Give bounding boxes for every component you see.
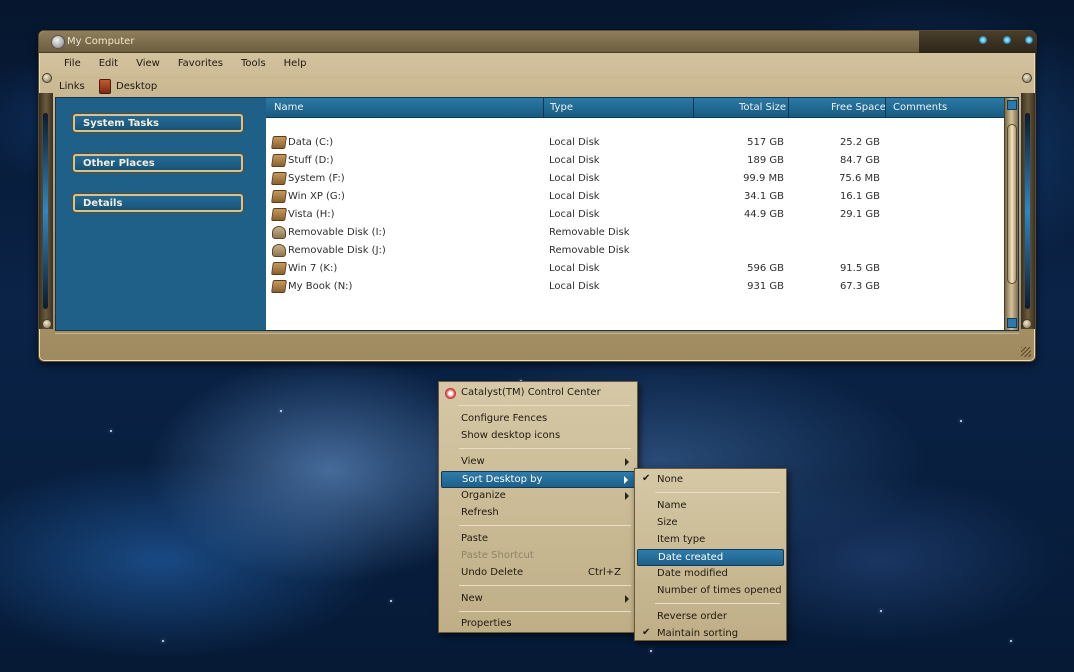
close-button[interactable] — [1025, 36, 1033, 44]
table-row[interactable]: System (F:) Local Disk 99.9 MB 75.6 MB — [266, 170, 1004, 188]
other-places-button[interactable]: Other Places — [73, 154, 243, 172]
links-label: Links — [59, 81, 85, 92]
scroll-up-icon[interactable] — [1007, 100, 1017, 110]
sort-name[interactable]: Name — [637, 498, 784, 515]
minimize-button[interactable] — [979, 36, 987, 44]
drive-icon — [271, 190, 287, 203]
check-icon: ✔ — [642, 627, 651, 638]
menu-item-new[interactable]: New — [441, 591, 635, 608]
table-row[interactable]: Win 7 (K:) Local Disk 596 GB 91.5 GB — [266, 260, 1004, 278]
table-row[interactable]: Data (C:) Local Disk 517 GB 25.2 GB — [266, 134, 1004, 152]
sort-item-type[interactable]: Item type — [637, 532, 784, 549]
menu-item-view[interactable]: View — [441, 454, 635, 471]
title-bar[interactable]: My Computer — [39, 31, 919, 53]
window-title: My Computer — [67, 36, 135, 47]
menu-favorites[interactable]: Favorites — [169, 55, 232, 73]
table-row[interactable]: Win XP (G:) Local Disk 34.1 GB 16.1 GB — [266, 188, 1004, 206]
title-controls — [919, 31, 1037, 53]
drive-icon — [271, 280, 287, 293]
sort-date-created[interactable]: Date created — [637, 549, 784, 566]
column-comments[interactable]: Comments — [893, 102, 947, 113]
sort-maintain-sorting[interactable]: ✔ Maintain sorting — [637, 626, 784, 643]
menu-item-catalyst[interactable]: Catalyst(TM) Control Center — [441, 385, 635, 402]
column-type[interactable]: Type — [550, 102, 573, 113]
content-area: System Tasks Other Places Details Name T… — [55, 97, 1019, 331]
catalyst-icon — [445, 388, 456, 399]
menu-item-show-desktop-icons[interactable]: Show desktop icons — [441, 428, 635, 445]
undo-shortcut: Ctrl+Z — [587, 567, 621, 578]
rivet-icon — [1022, 319, 1032, 329]
menu-edit[interactable]: Edit — [90, 55, 127, 73]
links-bar: Links Desktop — [45, 77, 1030, 95]
sort-submenu: ✔ None Name Size Item type Date created … — [634, 468, 787, 641]
my-computer-icon — [51, 35, 65, 49]
desktop-link[interactable]: Desktop — [116, 81, 157, 92]
right-rail — [1021, 93, 1035, 329]
scroll-down-icon[interactable] — [1007, 318, 1017, 328]
table-row[interactable]: Removable Disk (J:) Removable Disk — [266, 242, 1004, 260]
menu-item-organize[interactable]: Organize — [441, 488, 635, 505]
menu-tools[interactable]: Tools — [232, 55, 275, 73]
sort-reverse-order[interactable]: Reverse order — [637, 609, 784, 626]
menu-item-sort-desktop-by[interactable]: Sort Desktop by — [441, 471, 635, 488]
menu-item-undo-delete[interactable]: Undo Delete Ctrl+Z — [441, 565, 635, 582]
check-icon: ✔ — [642, 473, 651, 484]
sort-times-opened[interactable]: Number of times opened — [637, 583, 784, 600]
left-rail — [39, 93, 53, 329]
menu-item-refresh[interactable]: Refresh — [441, 505, 635, 522]
menu-item-configure-fences[interactable]: Configure Fences — [441, 411, 635, 428]
sort-date-modified[interactable]: Date modified — [637, 566, 784, 583]
my-computer-window: My Computer File Edit View Favorites Too… — [38, 30, 1037, 362]
resize-grip-icon[interactable] — [1021, 347, 1031, 357]
system-tasks-button[interactable]: System Tasks — [73, 114, 243, 132]
submenu-arrow-icon — [625, 595, 629, 603]
removable-disk-icon — [272, 226, 286, 239]
drive-icon — [271, 154, 287, 167]
rivet-icon — [1022, 73, 1032, 83]
column-total-size[interactable]: Total Size — [739, 102, 786, 113]
scroll-thumb[interactable] — [1007, 124, 1017, 284]
drive-icon — [271, 208, 287, 221]
rivet-icon — [42, 319, 52, 329]
column-free-space[interactable]: Free Space — [831, 102, 886, 113]
sort-size[interactable]: Size — [637, 515, 784, 532]
task-pane: System Tasks Other Places Details — [56, 98, 266, 330]
details-button[interactable]: Details — [73, 194, 243, 212]
menu-view[interactable]: View — [127, 55, 169, 73]
menu-item-paste-shortcut: Paste Shortcut — [461, 550, 534, 561]
drive-icon — [271, 136, 287, 149]
desktop-context-menu: Catalyst(TM) Control Center Configure Fe… — [438, 381, 638, 633]
menu-file[interactable]: File — [55, 55, 90, 73]
table-row[interactable]: Removable Disk (I:) Removable Disk — [266, 224, 1004, 242]
column-header: Name Type Total Size Free Space Comments — [266, 98, 1004, 118]
menu-item-properties[interactable]: Properties — [441, 616, 635, 633]
menu-bar: File Edit View Favorites Tools Help — [55, 55, 315, 73]
sort-none[interactable]: ✔ None — [637, 472, 784, 489]
vertical-scrollbar[interactable] — [1004, 98, 1018, 330]
file-list: Name Type Total Size Free Space Comments… — [266, 98, 1004, 330]
rivet-icon — [42, 73, 52, 83]
removable-disk-icon — [272, 244, 286, 257]
submenu-arrow-icon — [624, 476, 628, 484]
table-row[interactable]: My Book (N:) Local Disk 931 GB 67.3 GB — [266, 278, 1004, 296]
status-bar — [55, 333, 1019, 351]
desktop-icon[interactable] — [99, 79, 111, 94]
menu-item-paste[interactable]: Paste — [441, 531, 635, 548]
maximize-button[interactable] — [1003, 36, 1011, 44]
submenu-arrow-icon — [625, 492, 629, 500]
table-row[interactable]: Stuff (D:) Local Disk 189 GB 84.7 GB — [266, 152, 1004, 170]
submenu-arrow-icon — [625, 458, 629, 466]
drive-icon — [271, 262, 287, 275]
menu-help[interactable]: Help — [275, 55, 316, 73]
column-name[interactable]: Name — [274, 102, 304, 113]
table-row[interactable]: Vista (H:) Local Disk 44.9 GB 29.1 GB — [266, 206, 1004, 224]
drive-icon — [271, 172, 287, 185]
